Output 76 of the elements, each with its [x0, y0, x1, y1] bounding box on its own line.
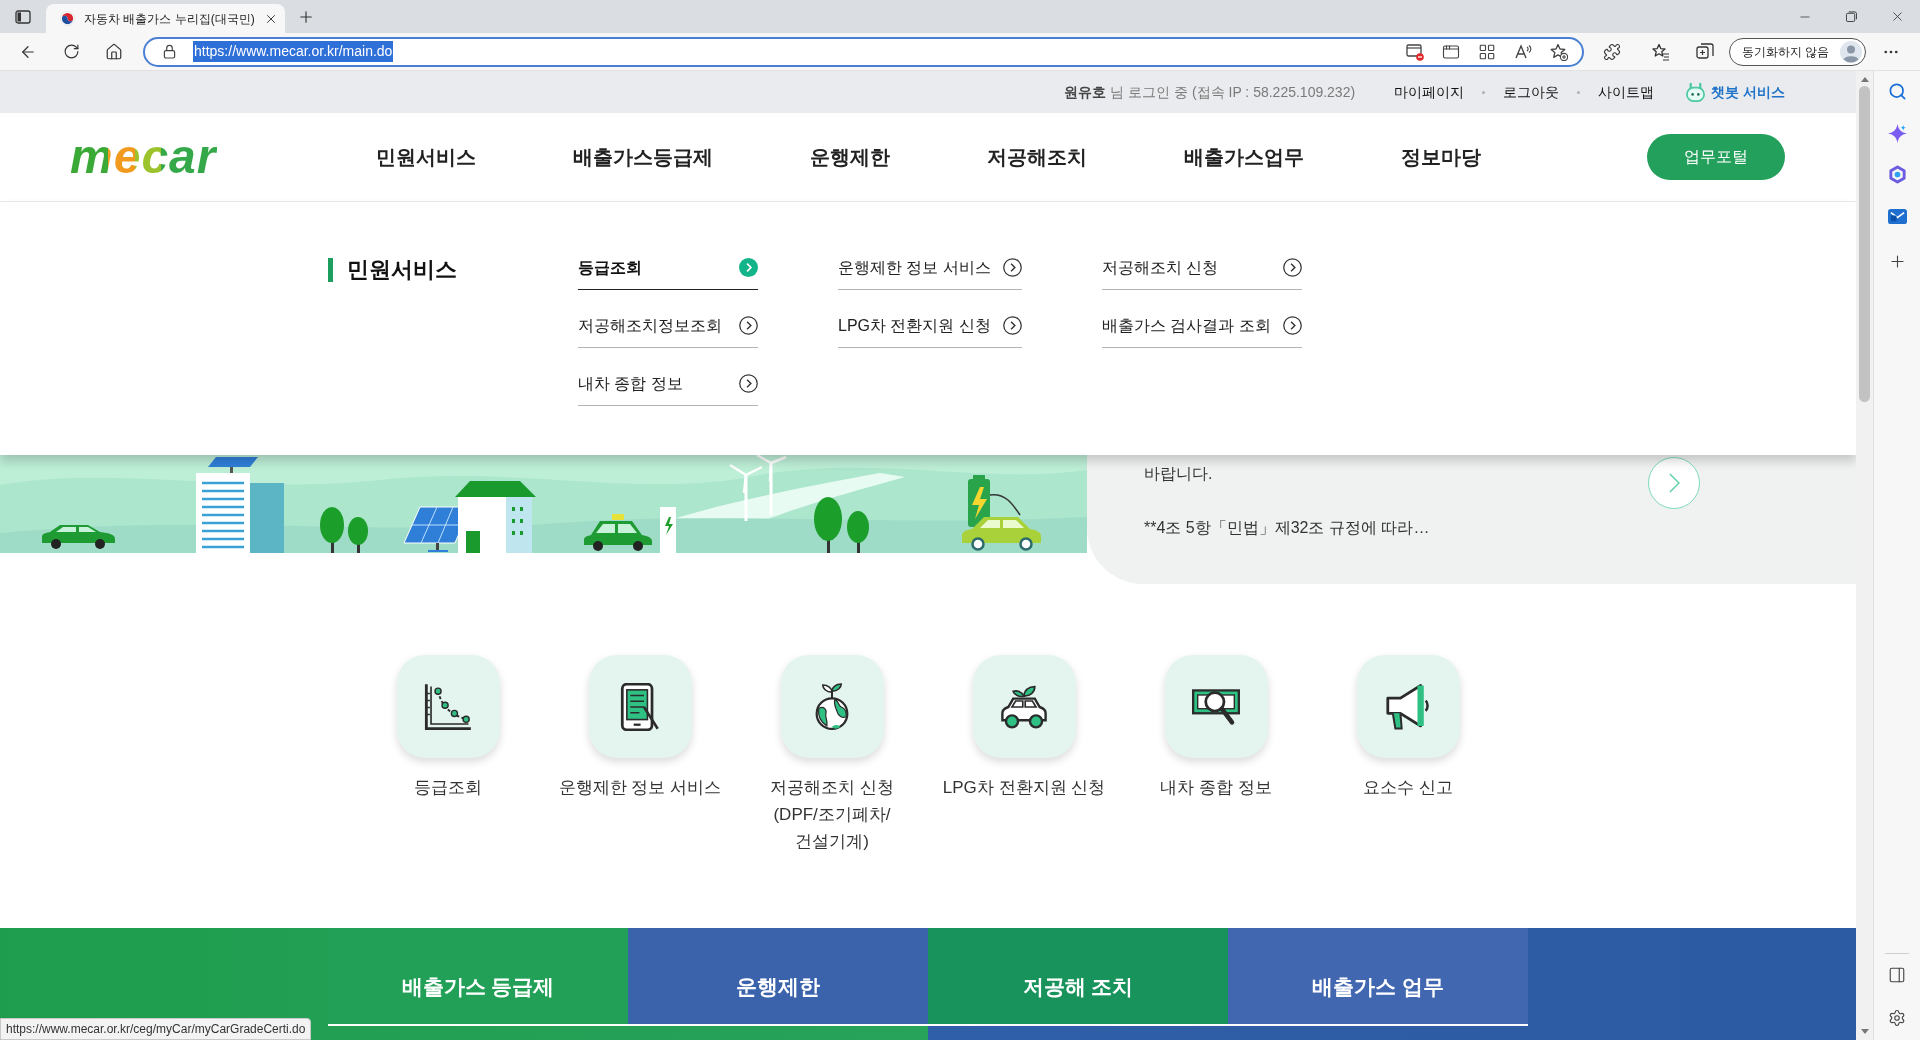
yin-yang-icon: [60, 11, 75, 26]
service-label[interactable]: 등급조회: [414, 774, 482, 801]
menu-link[interactable]: 내차 종합 정보: [578, 362, 758, 406]
login-status: 원유호 님 로그인 중 (접속 IP : 58.225.109.232): [1064, 82, 1356, 102]
menu-link[interactable]: 배출가스 검사결과 조회: [1101, 304, 1302, 348]
browser-tab[interactable]: 자동차 배출가스 누리집(대국민): [46, 4, 285, 33]
service-tile-button[interactable]: [972, 655, 1076, 758]
chevron-circle-icon: [739, 258, 758, 277]
star-plus-icon[interactable]: [1550, 42, 1568, 61]
utility-link[interactable]: 사이트맵: [1598, 81, 1655, 103]
nav-link[interactable]: 운행제한: [810, 142, 890, 172]
utility-link[interactable]: 마이페이지: [1394, 81, 1465, 103]
chevron-circle-icon: [739, 316, 758, 335]
chevron-circle-icon: [1002, 258, 1022, 277]
service-label[interactable]: 요소수 신고: [1363, 774, 1453, 801]
service-label[interactable]: 운행제한 정보 서비스: [558, 774, 722, 801]
nav-link[interactable]: 배출가스업무: [1184, 142, 1304, 172]
avatar-icon: [1840, 40, 1862, 63]
robot-icon: [1685, 81, 1707, 103]
chevron-circle-icon: [1282, 258, 1302, 277]
profile-button[interactable]: 동기화하지 않음: [1729, 37, 1866, 66]
menu-link[interactable]: 등급조회: [578, 246, 758, 290]
line-chart-icon: [424, 682, 472, 731]
chevron-circle-icon: [739, 374, 758, 393]
service-label[interactable]: 내차 종합 정보: [1160, 774, 1272, 801]
envelope-icon[interactable]: [1887, 207, 1907, 226]
nav-link[interactable]: 배출가스등급제: [573, 142, 713, 172]
banner-tab[interactable]: 운행제한: [628, 928, 928, 1024]
scroll-up-icon[interactable]: [1860, 77, 1869, 82]
address-field[interactable]: https://www.mecar.or.kr/main.do: [143, 36, 1584, 67]
menu-link[interactable]: 저공해조치 신청: [1101, 246, 1302, 290]
lock-icon: [163, 44, 176, 59]
service-tile-button[interactable]: [1164, 655, 1268, 758]
window-blocked-icon[interactable]: [1406, 42, 1424, 61]
app-window-icon[interactable]: [1442, 42, 1460, 61]
nav-link[interactable]: 저공해조치: [987, 142, 1087, 172]
notice-text: **4조 5항「민법」제32조 규정에 따라…: [1144, 518, 1430, 538]
chevron-right-icon: [1668, 473, 1680, 493]
nav-link[interactable]: 민원서비스: [376, 142, 476, 172]
service-tile-button[interactable]: [396, 655, 500, 758]
squares-plus-icon[interactable]: [1696, 42, 1714, 61]
search-icon[interactable]: [1887, 82, 1907, 101]
chatbot-link[interactable]: 챗봇 서비스: [1685, 81, 1785, 103]
service-label[interactable]: 저공해조치 신청 (DPF/조기폐차/ 건설기계): [770, 774, 894, 855]
service-label[interactable]: LPG차 전환지원 신청: [942, 774, 1106, 801]
settings-icon[interactable]: [1888, 1009, 1906, 1027]
notice-text: 바랍니다.: [1144, 464, 1214, 484]
scroll-down-icon[interactable]: [1860, 1029, 1869, 1034]
menu-link[interactable]: 저공해조치정보조회: [578, 304, 758, 348]
scrollbar-thumb[interactable]: [1859, 86, 1870, 402]
status-url: https://www.mecar.or.kr/ceg/myCar/myCarGradeCerti.do: [0, 1018, 312, 1040]
read-aloud-icon[interactable]: [1514, 42, 1532, 61]
tab-actions-icon[interactable]: [15, 8, 31, 25]
refresh-icon[interactable]: [63, 43, 80, 60]
service-tile-button[interactable]: [588, 655, 692, 758]
megaphone-icon: [1384, 682, 1432, 731]
chevron-circle-icon: [1002, 316, 1022, 335]
banner-tab[interactable]: 배출가스 업무: [1228, 928, 1528, 1024]
menu-link[interactable]: LPG차 전환지원 신청: [838, 304, 1022, 348]
chevron-circle-icon: [1282, 316, 1302, 335]
menu-title: 민원서비스: [328, 258, 578, 282]
service-tile-button[interactable]: [780, 655, 884, 758]
home-icon[interactable]: [105, 42, 123, 61]
service-tile-button[interactable]: [1356, 655, 1460, 758]
banner-tab[interactable]: 저공해 조치: [928, 928, 1228, 1024]
sparkle-icon[interactable]: [1887, 124, 1907, 143]
panel-icon[interactable]: [1888, 966, 1906, 984]
menu-link[interactable]: 운행제한 정보 서비스: [838, 246, 1022, 290]
grid-icon[interactable]: [1478, 42, 1496, 61]
star-list-icon[interactable]: [1652, 42, 1670, 61]
puzzle-icon[interactable]: [1603, 42, 1621, 61]
nav-link[interactable]: 정보마당: [1401, 142, 1481, 172]
utility-link[interactable]: 로그아웃: [1503, 81, 1560, 103]
url-text: https://www.mecar.or.kr/main.do: [193, 41, 394, 62]
hexagon-icon[interactable]: [1887, 165, 1907, 184]
restore-icon[interactable]: [1845, 11, 1857, 22]
